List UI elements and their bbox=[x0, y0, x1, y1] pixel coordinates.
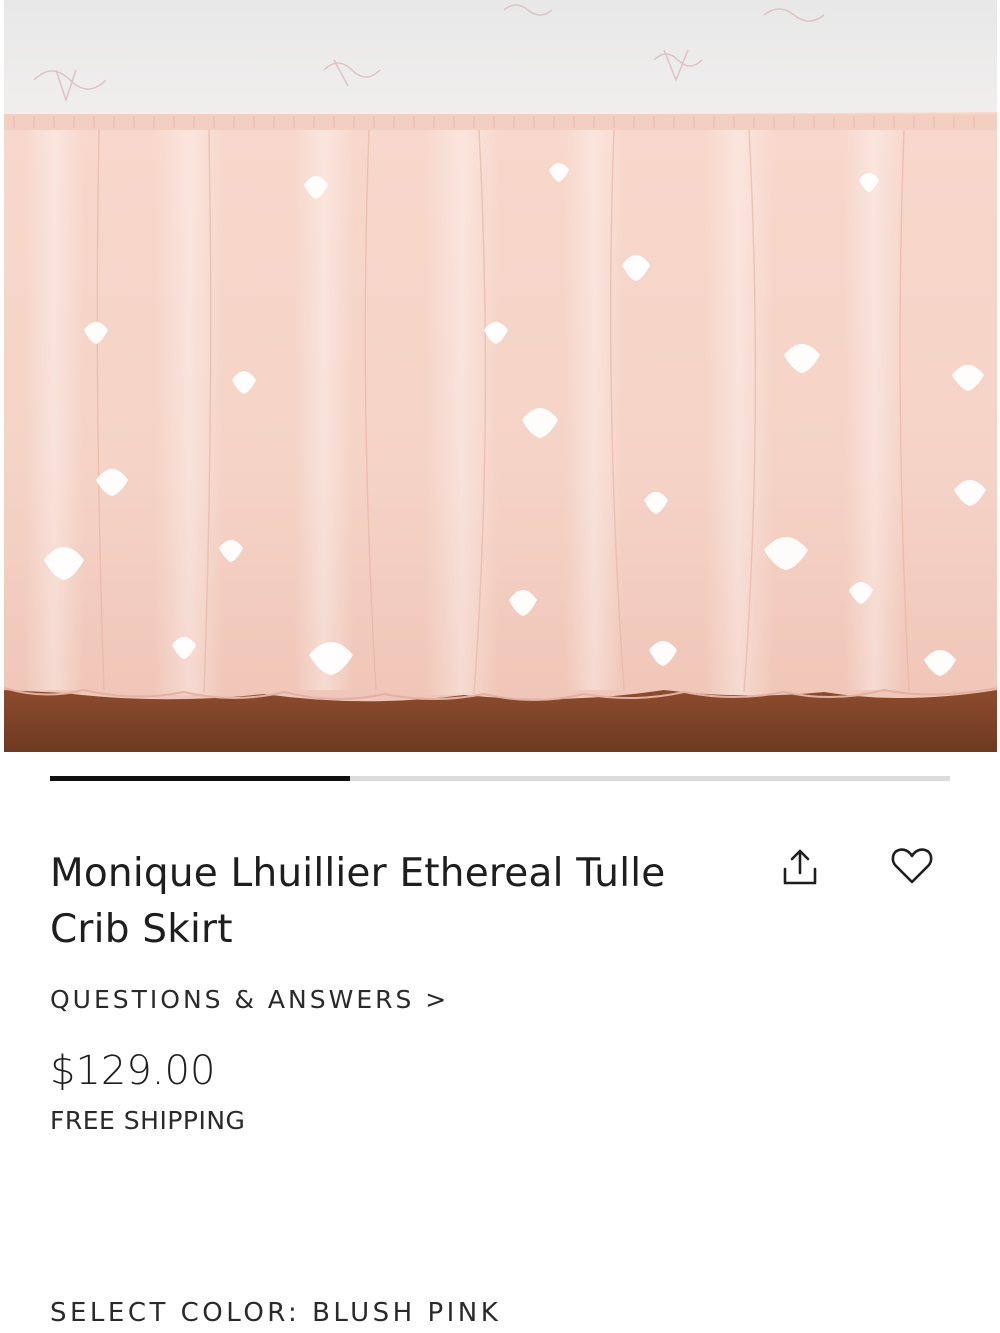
gallery-progress-fill bbox=[50, 776, 350, 781]
heart-icon bbox=[889, 843, 935, 893]
gallery-progress-bar bbox=[50, 776, 950, 781]
product-image[interactable] bbox=[4, 0, 997, 752]
product-title: Monique Lhuillier Ethereal Tulle Crib Sk… bbox=[50, 851, 666, 952]
share-icon bbox=[777, 845, 823, 895]
product-price: $129.00 bbox=[50, 1048, 216, 1094]
share-button[interactable] bbox=[772, 842, 828, 898]
select-color-label: SELECT COLOR: BLUSH PINK bbox=[50, 1298, 502, 1328]
product-page: Monique Lhuillier Ethereal Tulle Crib Sk… bbox=[0, 0, 1000, 1333]
favorite-button[interactable] bbox=[884, 840, 940, 896]
questions-answers-link[interactable]: QUESTIONS & ANSWERS > bbox=[50, 985, 449, 1014]
shipping-info: FREE SHIPPING bbox=[50, 1106, 246, 1135]
